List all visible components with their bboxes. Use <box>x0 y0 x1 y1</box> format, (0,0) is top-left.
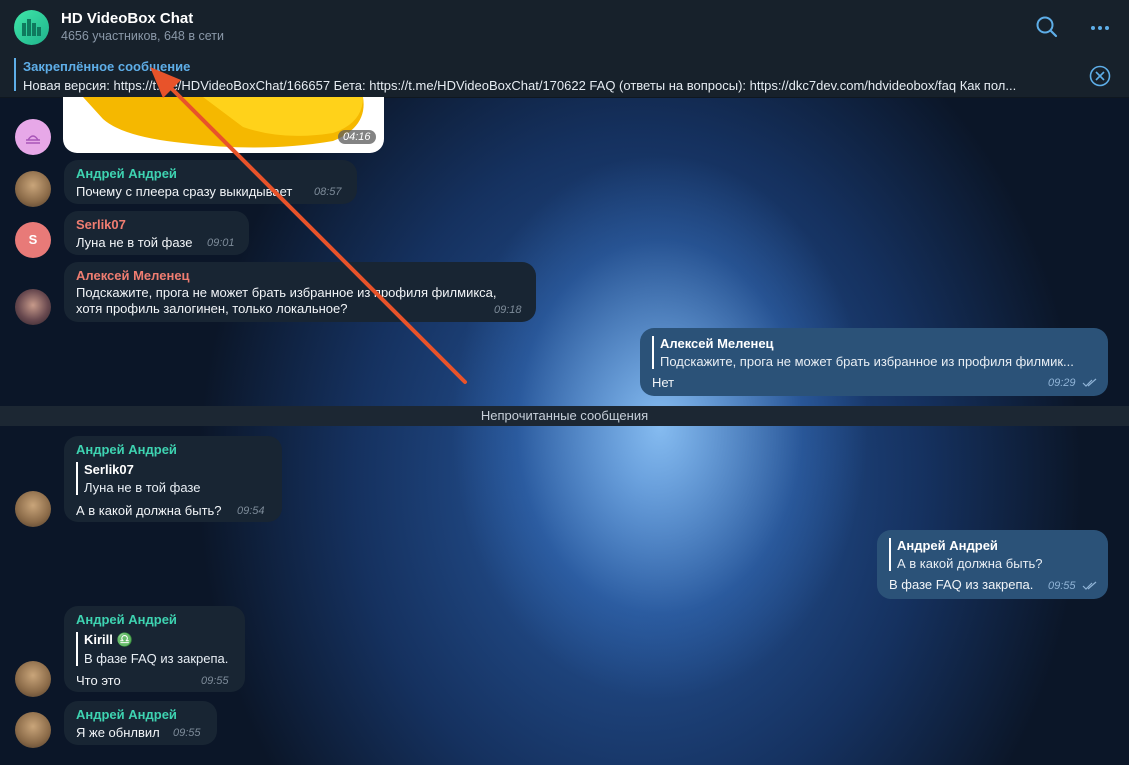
avatar[interactable] <box>15 171 51 207</box>
message-time: 09:01 <box>207 237 235 249</box>
chat-title[interactable]: HD VideoBox Chat <box>61 10 193 27</box>
message-text: Я же обнлвил <box>76 725 160 740</box>
reply-quote[interactable]: Kirill ♎ В фазе FAQ из закрепа. <box>76 632 228 666</box>
message-text: Что это <box>76 673 121 688</box>
message-bubble[interactable]: Андрей Андрей Serlik07 Луна не в той фаз… <box>64 436 282 522</box>
avatar[interactable] <box>15 712 51 748</box>
sender-name[interactable]: Алексей Меленец <box>76 268 190 283</box>
sender-name[interactable]: Андрей Андрей <box>76 612 177 627</box>
message-text: Почему с плеера сразу выкидывает <box>76 184 293 199</box>
message-bubble[interactable]: Алексей Меленец Подскажите, прога не мож… <box>640 328 1108 396</box>
message-time: 04:16 <box>338 130 376 144</box>
message-time: 09:55 <box>173 727 201 739</box>
more-icon[interactable] <box>1087 14 1113 40</box>
message-bubble[interactable]: Андрей Андрей Я же обнлвил 09:55 <box>64 701 217 745</box>
reply-quote[interactable]: Алексей Меленец Подскажите, прога не мож… <box>652 336 1074 369</box>
avatar[interactable] <box>15 119 51 155</box>
avatar[interactable] <box>15 491 51 527</box>
message-text: А в какой должна быть? <box>76 503 222 518</box>
message-time: 08:57 <box>314 186 342 198</box>
avatar[interactable] <box>15 289 51 325</box>
message-bubble[interactable]: Serlik07 Луна не в той фазе 09:01 <box>64 211 249 255</box>
message-text: Луна не в той фазе <box>76 235 193 250</box>
pinned-title: Закреплённое сообщение <box>23 59 191 74</box>
message-text: хотя профиль залогинен, только локальное… <box>76 301 348 316</box>
quote-text: В фазе FAQ из закрепа. <box>84 651 229 666</box>
quote-sender: Алексей Меленец <box>660 336 774 351</box>
message-text: В фазе FAQ из закрепа. <box>889 577 1034 592</box>
sender-name[interactable]: Андрей Андрей <box>76 442 177 457</box>
hd-logo-icon <box>22 19 41 36</box>
chat-avatar[interactable] <box>14 10 49 45</box>
message-time: 09:29 <box>1048 377 1076 389</box>
unread-divider: Непрочитанные сообщения <box>0 406 1129 426</box>
search-icon[interactable] <box>1034 14 1060 40</box>
quote-sender: Андрей Андрей <box>897 538 998 553</box>
sender-name[interactable]: Serlik07 <box>76 217 126 232</box>
avatar[interactable] <box>15 661 51 697</box>
message-time: 09:54 <box>237 505 265 517</box>
close-pinned-icon[interactable] <box>1089 65 1111 87</box>
sticker-image <box>83 97 364 148</box>
quote-text: Подскажите, прога не может брать избранн… <box>660 354 1074 369</box>
sender-name[interactable]: Андрей Андрей <box>76 707 177 722</box>
message-time: 09:55 <box>201 675 229 687</box>
libra-icon <box>26 135 40 144</box>
quote-text: Луна не в той фазе <box>84 480 201 495</box>
quote-sender: Serlik07 <box>84 462 134 477</box>
reply-quote[interactable]: Serlik07 Луна не в той фазе <box>76 462 200 495</box>
chat-header: HD VideoBox Chat 4656 участников, 648 в … <box>0 0 1129 53</box>
quote-text: А в какой должна быть? <box>897 556 1043 571</box>
pinned-indicator <box>14 58 16 91</box>
reply-quote[interactable]: Андрей Андрей А в какой должна быть? <box>889 538 1043 571</box>
double-check-icon <box>1082 581 1097 590</box>
pinned-text: Новая версия: https://t.me/HDVideoBoxCha… <box>23 78 1017 93</box>
message-time: 09:18 <box>494 304 522 316</box>
message-time: 09:55 <box>1048 580 1076 592</box>
sticker-message[interactable]: 04:16 <box>63 97 384 153</box>
message-bubble[interactable]: Андрей Андрей Kirill ♎ В фазе FAQ из зак… <box>64 606 245 692</box>
message-text: Нет <box>652 375 675 390</box>
message-bubble[interactable]: Андрей Андрей Почему с плеера сразу выки… <box>64 160 357 204</box>
pinned-message-bar[interactable]: Закреплённое сообщение Новая версия: htt… <box>0 52 1129 98</box>
double-check-icon <box>1082 378 1097 387</box>
message-text: Подскажите, прога не может брать избранн… <box>76 285 497 300</box>
avatar[interactable]: S <box>15 222 51 258</box>
message-bubble[interactable]: Андрей Андрей А в какой должна быть? В ф… <box>877 530 1108 599</box>
quote-sender: Kirill ♎ <box>84 632 133 647</box>
chat-member-count: 4656 участников, 648 в сети <box>61 29 224 43</box>
sender-name[interactable]: Андрей Андрей <box>76 166 177 181</box>
message-bubble[interactable]: Алексей Меленец Подскажите, прога не мож… <box>64 262 536 322</box>
